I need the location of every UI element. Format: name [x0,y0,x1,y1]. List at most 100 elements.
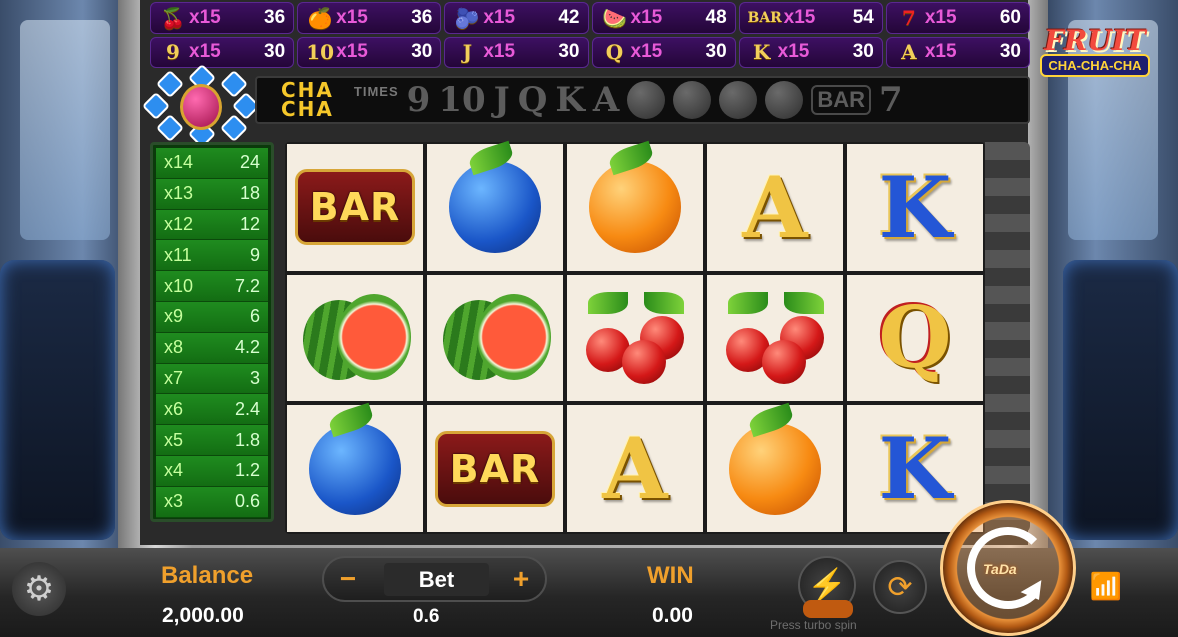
ladder-value: 9 [249,244,260,265]
leaf-icon [588,291,628,314]
ladder-row: x4 1.2 [156,455,268,487]
letter-symbol-a: A [742,157,808,257]
ladder-multiplier: x11 [164,244,192,265]
ladder-row: x14 24 [156,148,268,179]
paytable-multiplier: x15 [483,6,516,28]
ladder-row: x8 4.2 [156,332,268,364]
paytable-value: 30 [264,41,286,63]
maraca-icon [180,84,222,130]
background-slot-machine-right [1063,260,1178,540]
paytable-symbol-j: J [462,40,473,65]
paytable-cell: 🍊 x15 36 [297,2,442,34]
paytable-value: 54 [852,6,874,28]
paytable-multiplier: x15 [189,6,221,28]
paytable-symbol-bar: BAR [747,9,782,26]
paytable-multiplier: x15 [336,6,368,28]
leaf-icon [606,141,656,176]
maraca-bonus-icon[interactable] [141,63,261,149]
reel-cell [427,274,563,402]
ladder-row: x10 7.2 [156,271,268,302]
balance-value: 2,000.00 [162,604,244,627]
reel-cell [567,274,703,402]
paytable-multiplier: x15 [924,6,957,28]
ladder-multiplier: x7 [164,367,184,388]
ladder-value: 2.4 [234,398,260,419]
chacha-label: CHA CHA [281,80,334,121]
bar-symbol: BAR [295,169,415,246]
chacha-symbol: 9 [406,80,431,120]
ladder-row: x3 0.6 [156,486,268,518]
letter-symbol-k: K [878,419,952,519]
paytable-cell: Ax15 30 [885,36,1030,68]
paytable-cell: BAR x15 54 [738,2,883,34]
chacha-symbol: A [592,80,620,120]
ladder-value: 6 [249,306,260,327]
win-value: 0.00 [652,604,693,627]
letter-symbol-k: K [878,157,952,257]
paytable-cell: 🫐 x15 42 [444,2,589,34]
chacha-plum-icon [719,81,758,119]
paytable-value: 30 [411,41,433,63]
cherry-icon [622,339,666,384]
settings-gear-icon[interactable]: ⚙ [12,562,66,616]
chacha-symbol-list: 9 10 J Q K A [407,80,628,120]
paytable-value: 30 [705,41,727,63]
leaf-icon [326,402,376,437]
orange-icon [589,141,681,254]
ladder-row: x13 18 [156,178,268,210]
reel-cell: A [707,144,843,271]
arrow-left-icon [141,91,171,121]
letter-symbol-a: A [602,419,668,519]
ladder-row: x9 6 [156,301,268,333]
background-slot-machine-left [0,260,115,540]
paytable-value: 30 [852,41,874,63]
chacha-symbol: Q [517,80,548,120]
paytable-multiplier: x15 [630,41,663,63]
leaf-icon [466,141,516,176]
paytable-value: 36 [264,6,286,28]
chacha-symbol: J [493,80,510,120]
paytable-cell: 10 x15 30 [297,36,442,68]
times-label: TIMES [353,83,399,99]
paytable-symbol-k: K [752,40,771,65]
paytable-multiplier: x15 [483,41,516,63]
paytable-cell: 🍒 x15 36 [150,2,295,34]
ladder-value: 12 [239,213,260,234]
reel-cell: Q [847,274,983,402]
reel-cell: BAR [427,405,563,532]
paytable-cell: Jx15 30 [444,36,589,68]
spin-brand-label: TaDa [983,561,1017,577]
chacha-seven-symbol: 7 [878,80,903,120]
ladder-row: x7 3 [156,363,268,395]
reel-cell: K [847,405,983,532]
ladder-multiplier: x13 [164,183,194,204]
chacha-label-line2: CHA [281,97,334,121]
balance-label: Balance [161,562,254,589]
autoplay-icon[interactable]: ⟳ [873,560,927,614]
reel-cell [427,141,563,271]
paytable-symbol-7: 7 [901,5,916,30]
paytable-multiplier: x15 [783,6,816,28]
ladder-multiplier: x9 [164,306,184,327]
bet-decrease-button[interactable]: − [328,561,368,597]
watermelon-icon [303,292,411,384]
plum-icon [449,141,541,254]
watermelon-flesh [337,293,411,380]
win-label: WIN [647,562,694,589]
paytable-symbol-orange-icon: 🍊 [307,5,333,30]
paytable-cell: 9 x15 30 [150,36,295,68]
reel-cell: BAR [287,144,423,271]
paytable-multiplier: x15 [189,41,221,63]
bet-increase-button[interactable]: + [501,561,541,597]
background-window-left [20,20,110,240]
spin-button[interactable]: TaDa [940,500,1076,636]
ladder-multiplier: x4 [164,460,184,481]
chacha-progress-bar: CHA CHA TIMES 9 10 J Q K A BAR 7 [255,76,1030,124]
paytable-symbol-a: A [901,40,917,65]
paytable-cell: 7 x15 60 [885,2,1030,34]
watermelon-flesh [477,293,551,380]
ladder-multiplier: x14 [164,152,194,173]
bet-value: 0.6 [413,606,440,627]
turbo-hint: Press turbo spin [770,618,857,632]
paytable-multiplier: x15 [630,6,663,28]
